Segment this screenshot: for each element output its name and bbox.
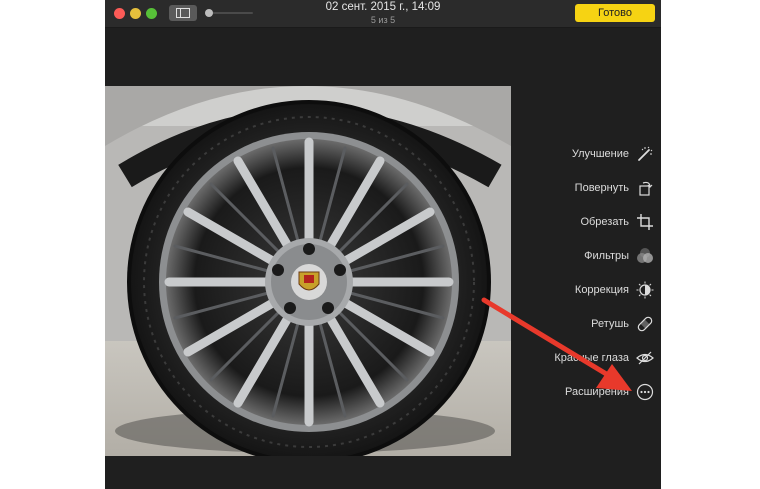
annotation-arrow — [481, 297, 632, 391]
